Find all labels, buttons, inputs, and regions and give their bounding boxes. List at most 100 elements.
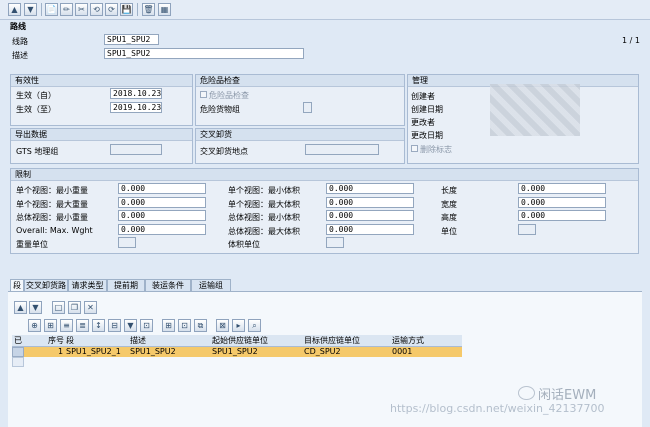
wechat-icon	[518, 386, 535, 400]
tab-2[interactable]: 交叉卸货路线	[24, 279, 68, 302]
grid-tool-icon[interactable]: ⧉	[194, 319, 207, 332]
arrow-up-icon[interactable]: ▲	[8, 3, 21, 16]
limit-label: 体积单位	[228, 240, 260, 249]
limit-field[interactable]: 0.000	[518, 210, 606, 221]
dg-group-label: 危险货物组	[200, 105, 240, 114]
limit-label: 总体视图：最小重量	[16, 213, 88, 222]
limit-field[interactable]: 0.000	[118, 223, 206, 235]
limit-label: 单位	[441, 226, 457, 236]
limit-field[interactable]: 0.000	[118, 196, 206, 208]
limit-field[interactable]: 0.000	[118, 183, 206, 194]
grid-header-cell: 序号	[48, 336, 64, 345]
crossdock-location-field[interactable]	[305, 144, 379, 155]
dg-group-field[interactable]	[303, 102, 312, 113]
limit-label: 总体视图：最大体积	[228, 226, 300, 236]
save-icon[interactable]: 💾	[120, 3, 133, 16]
delete-flag-label: 删除标志	[420, 145, 452, 154]
grid-cell[interactable]: SPU1_SPU2	[212, 347, 258, 357]
limit-field[interactable]	[326, 237, 344, 248]
limit-field[interactable]: 0.000	[518, 183, 606, 194]
created-on-label: 创建日期	[411, 105, 443, 114]
dg-check-checkbox[interactable]	[200, 91, 207, 98]
grid-tool-icon[interactable]: ↕	[92, 319, 105, 332]
delete-flag-checkbox[interactable]	[411, 145, 418, 152]
description-label: 描述	[12, 51, 28, 60]
limit-field[interactable]: 0.000	[326, 183, 414, 194]
tab-6[interactable]: 运输组	[191, 279, 231, 291]
page-indicator: 1 / 1	[622, 36, 640, 45]
blurred-user-info	[490, 84, 580, 136]
grid-tool-icon[interactable]: ⊞	[162, 319, 175, 332]
valid-to-field[interactable]: 2019.10.23	[110, 102, 162, 113]
gts-label: GTS 地理组	[16, 147, 59, 156]
route-field[interactable]: SPU1_SPU2	[104, 34, 159, 45]
create-row-icon[interactable]: □	[52, 301, 65, 314]
row-selector[interactable]	[12, 347, 24, 357]
grid-tool-icon[interactable]: ⊞	[44, 319, 57, 332]
layout-icon[interactable]: ▦	[158, 3, 171, 16]
arrow-down-icon[interactable]: ▼	[29, 301, 42, 314]
grid-tool-icon[interactable]: ⊡	[140, 319, 153, 332]
description-field[interactable]: SPU1_SPU2	[104, 48, 304, 59]
grid-cell[interactable]: SPU1_SPU2_1	[66, 347, 121, 357]
create-icon[interactable]: 📄	[45, 3, 58, 16]
limit-field[interactable]: 0.000	[118, 210, 206, 221]
copy-row-icon[interactable]: ❐	[68, 301, 81, 314]
application-toolbar: ▲ ▼ 📄 ✏ ✂ ⟲ ⟳ 💾 🗑 ▦	[0, 0, 650, 20]
export-data-title: 导出数据	[11, 129, 192, 141]
grid-cell[interactable]: CD_SPU2	[304, 347, 341, 357]
created-by-label: 创建者	[411, 92, 435, 101]
changed-on-label: 更改日期	[411, 131, 443, 140]
grid-cell[interactable]: 1	[58, 347, 63, 357]
route-label: 线路	[12, 37, 28, 46]
crossdock-title: 交叉卸货	[196, 129, 404, 141]
grid-tool-icon[interactable]: ⊕	[28, 319, 41, 332]
tab-1[interactable]: 段	[10, 279, 24, 291]
limits-title: 限制	[11, 169, 638, 181]
delete-icon[interactable]: 🗑	[142, 3, 155, 16]
dangerous-goods-title: 危险品检查	[196, 75, 404, 87]
valid-from-label: 生效（自）	[16, 91, 56, 100]
limit-label: 长度	[441, 186, 457, 195]
limit-field[interactable]	[518, 223, 536, 235]
grid-tool-icon[interactable]: ▸	[232, 319, 245, 332]
row-selector[interactable]	[12, 357, 24, 367]
grid-tool-icon[interactable]: ⊟	[108, 319, 121, 332]
limit-field[interactable]: 0.000	[518, 196, 606, 208]
delete-row-icon[interactable]: ✕	[84, 301, 97, 314]
limit-label: 高度	[441, 213, 457, 222]
grid-cell[interactable]: SPU1_SPU2	[130, 347, 176, 357]
limit-field[interactable]: 0.000	[326, 223, 414, 235]
toolbar-separator	[137, 3, 138, 16]
tab-4[interactable]: 提前期	[107, 279, 145, 291]
grid-tool-icon[interactable]: ≣	[76, 319, 89, 332]
limit-label: 单个视图：最大重量	[16, 199, 88, 209]
refresh-icon[interactable]: ⟳	[105, 3, 118, 16]
tab-3[interactable]: 请求类型	[68, 279, 107, 291]
page-title: 路线	[10, 22, 26, 31]
limit-label: 单个视图：最小体积	[228, 186, 300, 195]
copy-icon[interactable]: ✂	[75, 3, 88, 16]
grid-tool-icon[interactable]: ⊠	[216, 319, 229, 332]
grid-cell[interactable]: 0001	[392, 347, 412, 357]
validity-title: 有效性	[11, 75, 192, 87]
arrow-down-icon[interactable]: ▼	[24, 3, 37, 16]
tab-5[interactable]: 装运条件	[145, 279, 191, 291]
gts-field[interactable]	[110, 144, 162, 155]
toolbar-separator	[41, 3, 42, 16]
valid-from-field[interactable]: 2018.10.23	[110, 88, 162, 99]
grid-tool-icon[interactable]: ⌕	[248, 319, 261, 332]
limit-label: 重量单位	[16, 240, 48, 249]
grid-header-cell: 描述	[130, 336, 146, 345]
undo-icon[interactable]: ⟲	[90, 3, 103, 16]
limit-field[interactable]	[118, 237, 136, 248]
grid-header-cell: 段	[66, 336, 74, 345]
limit-field[interactable]: 0.000	[326, 196, 414, 208]
grid-tool-icon[interactable]: ⊡	[178, 319, 191, 332]
edit-icon[interactable]: ✏	[60, 3, 73, 16]
grid-tool-icon[interactable]: ≡	[60, 319, 73, 332]
limit-field[interactable]: 0.000	[326, 210, 414, 221]
arrow-up-icon[interactable]: ▲	[14, 301, 27, 314]
grid-header-cell: 已	[14, 336, 22, 345]
grid-tool-icon[interactable]: ▼	[124, 319, 137, 332]
